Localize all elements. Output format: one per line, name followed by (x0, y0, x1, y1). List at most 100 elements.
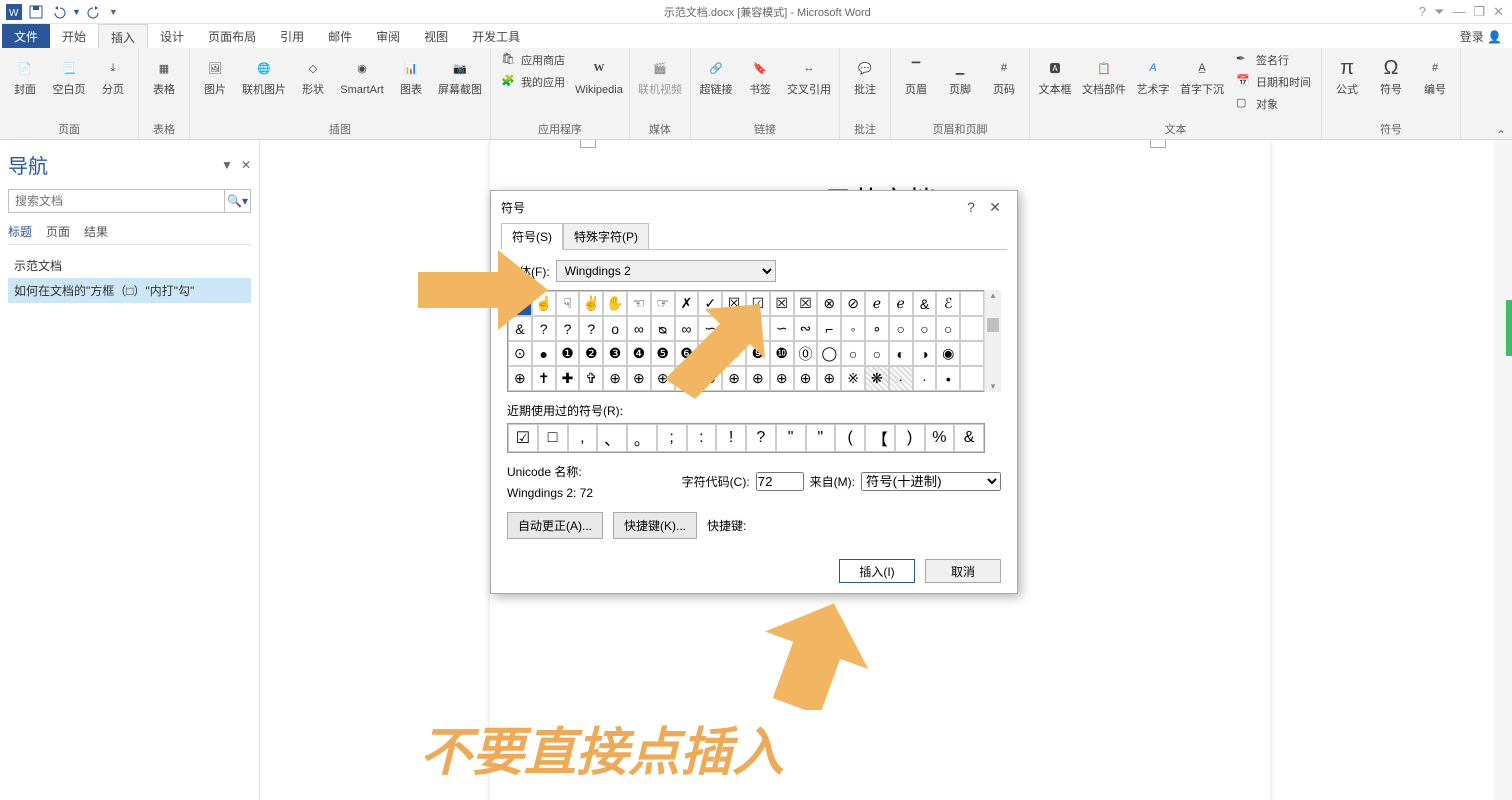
symbol-cell[interactable]: ∞ (627, 316, 651, 341)
symbol-cell[interactable]: ⊕ (817, 366, 841, 391)
symbol-cell[interactable]: ○ (889, 316, 913, 341)
symbol-cell[interactable]: ⊕ (508, 366, 532, 391)
recent-symbol-cell[interactable]: " (776, 424, 806, 452)
textbox-button[interactable]: 🅰文本框 (1036, 50, 1074, 97)
cover-page-button[interactable]: 📄封面 (6, 50, 44, 97)
symbol-cell[interactable]: • (936, 366, 960, 391)
tab-home[interactable]: 开始 (50, 24, 98, 48)
bookmark-button[interactable]: 🔖书签 (741, 50, 779, 97)
recent-symbol-cell[interactable]: , (568, 424, 598, 452)
symbol-cell[interactable]: ◦ (841, 316, 865, 341)
smartart-button[interactable]: ◉SmartArt (338, 50, 386, 97)
login-link[interactable]: 登录 👤 (1450, 24, 1512, 48)
shapes-button[interactable]: ◇形状 (294, 50, 332, 97)
symbol-cell[interactable]: ⊗ (817, 291, 841, 316)
tab-view[interactable]: 视图 (412, 24, 460, 48)
symbol-cell[interactable]: ⌐ (817, 316, 841, 341)
symbol-cell[interactable]: ⊕ (794, 366, 818, 391)
scrollbar-thumb[interactable] (987, 318, 999, 332)
symbol-cell[interactable]: ✚ (556, 366, 580, 391)
recent-symbol-cell[interactable]: ! (716, 424, 746, 452)
symbol-cell[interactable]: ✌ (579, 291, 603, 316)
dialog-help-icon[interactable]: ? (959, 199, 983, 215)
tab-design[interactable]: 设计 (148, 24, 196, 48)
recent-symbols[interactable]: ☑□,、。;:!?""(【)%& (507, 423, 985, 453)
symbol-cell[interactable] (960, 366, 984, 391)
object-button[interactable]: ▢对象 (1232, 94, 1315, 114)
dialog-tab-special[interactable]: 特殊字符(P) (563, 223, 649, 250)
symbol-cell[interactable]: ? (556, 316, 580, 341)
picture-button[interactable]: 🖼图片 (196, 50, 234, 97)
symbol-cell[interactable]: ○ (865, 341, 889, 366)
symbol-cell[interactable]: ⓪ (794, 341, 818, 366)
shortcut-button[interactable]: 快捷键(K)... (613, 512, 697, 539)
symbol-cell[interactable]: ❷ (579, 341, 603, 366)
symbol-cell[interactable]: · (913, 366, 937, 391)
app-store-button[interactable]: 🛍应用商店 (497, 50, 569, 70)
symbol-cell[interactable]: ◯ (817, 341, 841, 366)
recent-symbol-cell[interactable]: ? (746, 424, 776, 452)
chart-button[interactable]: 📊图表 (392, 50, 430, 97)
tab-layout[interactable]: 页面布局 (196, 24, 268, 48)
recent-symbol-cell[interactable]: : (687, 424, 717, 452)
symbol-cell[interactable]: ∘ (865, 316, 889, 341)
wikipedia-button[interactable]: WWikipedia (575, 50, 623, 97)
tab-insert[interactable]: 插入 (98, 24, 148, 48)
symbol-cell[interactable]: ? (579, 316, 603, 341)
equation-button[interactable]: π公式 (1328, 50, 1366, 97)
symbol-cell[interactable]: ✝ (532, 366, 556, 391)
symbol-cell[interactable]: ❹ (627, 341, 651, 366)
hyperlink-button[interactable]: 🔗超链接 (697, 50, 735, 97)
symbol-button[interactable]: Ω符号 (1372, 50, 1410, 97)
symbol-cell[interactable]: ℰ (936, 291, 960, 316)
recent-symbol-cell[interactable]: & (954, 424, 984, 452)
cross-reference-button[interactable]: ↔交叉引用 (785, 50, 833, 97)
symbol-cell[interactable]: ❶ (556, 341, 580, 366)
undo-dropdown-icon[interactable]: ▼ (72, 7, 81, 17)
from-select[interactable]: 符号(十进制) (861, 472, 1001, 491)
blank-page-button[interactable]: 📃空白页 (50, 50, 88, 97)
symbol-cell[interactable]: ⊕ (627, 366, 651, 391)
symbol-cell[interactable]: ⊙ (508, 341, 532, 366)
symbol-cell[interactable]: ☟ (556, 291, 580, 316)
dialog-close-icon[interactable]: ✕ (983, 199, 1007, 216)
recent-symbol-cell[interactable]: ☑ (508, 424, 538, 452)
symbol-cell[interactable]: ✞ (579, 366, 603, 391)
number-button[interactable]: #编号 (1416, 50, 1454, 97)
tab-developer[interactable]: 开发工具 (460, 24, 532, 48)
charcode-input[interactable] (756, 472, 804, 491)
vertical-scrollbar[interactable] (1494, 140, 1512, 800)
tab-file[interactable]: 文件 (2, 24, 50, 48)
symbol-cell[interactable]: ● (532, 341, 556, 366)
grid-scrollbar[interactable]: ▴ ▾ (984, 290, 1001, 392)
screenshot-button[interactable]: 📷屏幕截图 (436, 50, 484, 97)
footer-button[interactable]: ▁页脚 (941, 50, 979, 97)
symbol-cell[interactable]: ☒ (794, 291, 818, 316)
table-button[interactable]: ▦表格 (145, 50, 183, 97)
search-icon[interactable]: 🔍▾ (224, 190, 250, 212)
tab-mailings[interactable]: 邮件 (316, 24, 364, 48)
symbol-cell[interactable]: ※ (841, 366, 865, 391)
tab-references[interactable]: 引用 (268, 24, 316, 48)
recent-symbol-cell[interactable]: 、 (597, 424, 627, 452)
symbol-cell[interactable]: ✋ (603, 291, 627, 316)
undo-icon[interactable] (50, 4, 66, 20)
recent-symbol-cell[interactable]: 。 (627, 424, 657, 452)
symbol-cell[interactable]: ○ (936, 316, 960, 341)
minimize-icon[interactable]: — (1452, 4, 1465, 20)
nav-search-input[interactable] (9, 190, 224, 212)
symbol-cell[interactable] (960, 341, 984, 366)
nav-dropdown-icon[interactable]: ▼ (221, 158, 233, 172)
quickparts-button[interactable]: 📋文档部件 (1080, 50, 1128, 97)
dialog-tab-symbols[interactable]: 符号(S) (501, 223, 563, 250)
page-number-button[interactable]: #页码 (985, 50, 1023, 97)
recent-symbol-cell[interactable]: 【 (865, 424, 895, 452)
symbol-cell[interactable]: ᴏ (603, 316, 627, 341)
symbol-cell[interactable]: ○ (913, 316, 937, 341)
tab-review[interactable]: 审阅 (364, 24, 412, 48)
online-video-button[interactable]: 🎬联机视频 (636, 50, 684, 97)
close-icon[interactable]: ✕ (1493, 4, 1504, 20)
redo-icon[interactable] (87, 4, 103, 20)
save-icon[interactable] (28, 4, 44, 20)
nav-item-1[interactable]: 如何在文档的"方框（□）"内打"勾" (8, 278, 251, 303)
